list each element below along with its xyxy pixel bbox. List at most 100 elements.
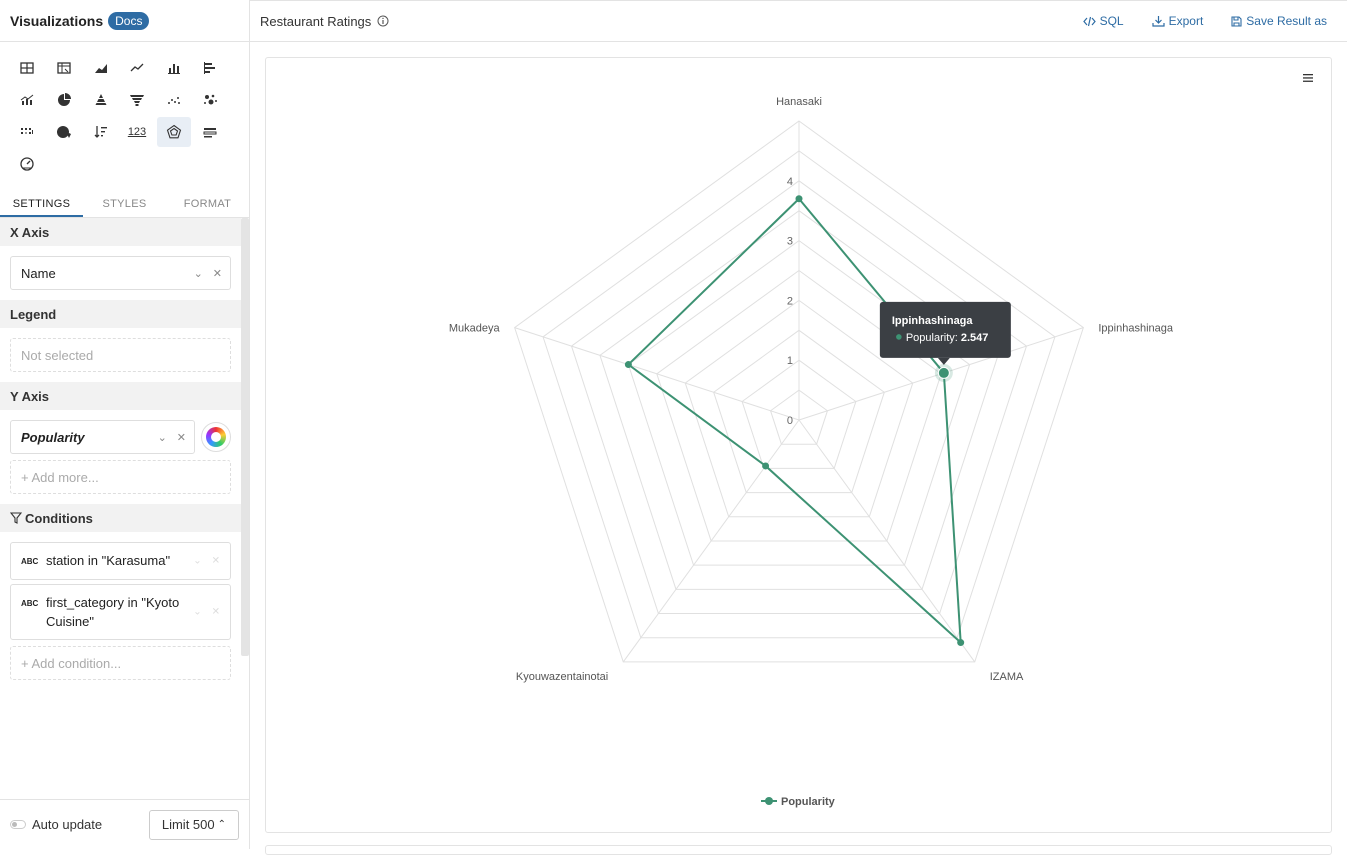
tooltip-value: 2.547 (961, 332, 989, 344)
download-icon (1151, 16, 1165, 27)
combo-chart-icon[interactable] (10, 85, 44, 115)
data-point (762, 462, 770, 470)
sidebar-scrollbar[interactable] (241, 218, 249, 656)
category-label: Ippinhashinaga (1098, 323, 1174, 335)
save-result-button[interactable]: Save Result as (1231, 14, 1327, 28)
docs-link[interactable]: Docs (108, 11, 150, 30)
radar-chart: 0 1 2 3 4 Hanasaki Ippinhashinaga IZAMA Kyouwaze… (449, 96, 1174, 808)
radial-tick-label: 4 (787, 176, 793, 188)
scatter-chart-icon[interactable] (157, 85, 191, 115)
x-axis-value: Name (21, 265, 56, 281)
auto-update-label: Auto update (32, 817, 103, 832)
sidebar: Visualizations Docs 123 SETTINGS STYLES … (0, 0, 250, 849)
area-chart-icon[interactable] (84, 53, 118, 83)
number-icon[interactable]: 123 (120, 117, 154, 147)
radial-tick-label: 2 (787, 295, 793, 307)
tooltip-marker (896, 334, 902, 340)
table-icon[interactable] (10, 53, 44, 83)
condition-item[interactable]: ABC first_category in "Kyoto Cuisine" ⌄ ✕ (10, 584, 231, 641)
category-label: Kyouwazentainotai (516, 671, 608, 683)
tooltip-title: Ippinhashinaga (892, 315, 974, 327)
y-axis-value: Popularity (21, 429, 85, 445)
save-icon (1231, 15, 1242, 27)
data-point (795, 195, 803, 203)
sidebar-header: Visualizations Docs (0, 0, 249, 42)
condition-item[interactable]: ABC station in "Karasuma" ⌄ ✕ (10, 542, 231, 581)
number-icon-label: 123 (127, 126, 147, 138)
string-type-icon: ABC (21, 557, 39, 567)
clear-icon[interactable]: ✕ (212, 603, 220, 622)
header-actions: SQL Export Save Result as (1082, 14, 1347, 28)
sql-button[interactable]: SQL (1082, 14, 1124, 28)
bubble-chart-icon[interactable] (193, 85, 227, 115)
progress-icon[interactable] (193, 117, 227, 147)
filter-icon (10, 512, 22, 524)
add-condition-button[interactable]: + Add condition... (10, 646, 231, 681)
limit-button[interactable]: Limit 500 ⌃ (148, 809, 239, 840)
chevron-down-icon[interactable]: ⌄ (194, 267, 203, 280)
info-icon[interactable] (377, 15, 389, 27)
add-more-label: + Add more... (21, 469, 99, 485)
radial-tick-label: 1 (787, 355, 793, 367)
y-axis-select[interactable]: Popularity ⌄ ✕ (10, 420, 195, 454)
tab-settings[interactable]: SETTINGS (0, 194, 83, 217)
chevron-up-icon: ⌃ (217, 819, 226, 830)
pivot-table-icon[interactable] (47, 53, 81, 83)
condition-text: station in "Karasuma" (45, 553, 171, 568)
radial-tick-label: 3 (787, 236, 793, 248)
map-icon[interactable] (47, 117, 81, 147)
condition-text: first_category in "Kyoto Cuisine" (45, 595, 180, 630)
pyramid-chart-icon[interactable] (84, 85, 118, 115)
add-y-axis-button[interactable]: + Add more... (10, 460, 231, 494)
results-card (265, 845, 1332, 855)
x-axis-select[interactable]: Name ⌄ ✕ (10, 256, 231, 290)
category-label: IZAMA (990, 671, 1024, 683)
sidebar-title: Visualizations (10, 12, 104, 29)
radar-spoke (514, 327, 800, 421)
save-result-label: Save Result as (1246, 14, 1327, 28)
code-icon (1082, 16, 1096, 26)
auto-update-toggle[interactable] (10, 820, 26, 829)
chart-card: 0 1 2 3 4 Hanasaki Ippinhashinaga IZAMA Kyouwaze… (265, 57, 1332, 833)
category-label: Hanasaki (776, 96, 822, 108)
radial-tick-label: 0 (787, 415, 793, 427)
pie-chart-icon[interactable] (47, 85, 81, 115)
tab-styles[interactable]: STYLES (83, 194, 166, 217)
clear-icon[interactable]: ✕ (213, 267, 222, 280)
sort-icon[interactable] (84, 117, 118, 147)
clear-icon[interactable]: ✕ (212, 552, 220, 571)
export-label: Export (1168, 14, 1204, 28)
color-picker-icon[interactable] (201, 422, 231, 452)
tooltip: Ippinhashinaga Popularity: 2.547 (879, 301, 1011, 365)
heatmap-icon[interactable] (10, 117, 44, 147)
radar-chart-icon[interactable] (157, 117, 191, 147)
gauge-icon[interactable] (10, 149, 44, 179)
main-header: Restaurant Ratings SQL Export Save Resul… (250, 0, 1347, 42)
page-title: Restaurant Ratings (260, 13, 372, 29)
tooltip-series-label: Popularity: 2.547 (906, 332, 989, 344)
clear-icon[interactable]: ✕ (177, 431, 186, 444)
sidebar-footer: Auto update Limit 500 ⌃ (0, 799, 249, 849)
chevron-down-icon[interactable]: ⌄ (193, 552, 201, 571)
horizontal-bar-chart-icon[interactable] (193, 53, 227, 83)
data-point (624, 361, 632, 369)
settings-panel: X Axis Name ⌄ ✕ Legend Not selected Y Ax… (0, 218, 241, 798)
conditions-heading: Conditions (0, 504, 241, 532)
main-panel: Restaurant Ratings SQL Export Save Resul… (250, 0, 1347, 855)
bar-chart-icon[interactable] (157, 53, 191, 83)
legend-marker (765, 797, 773, 805)
legend-placeholder: Not selected (21, 347, 94, 363)
export-button[interactable]: Export (1151, 14, 1204, 28)
tab-format[interactable]: FORMAT (166, 194, 249, 217)
chevron-down-icon[interactable]: ⌄ (158, 431, 167, 444)
add-condition-label: + Add condition... (21, 655, 122, 671)
limit-label: Limit 500 (161, 817, 215, 832)
tooltip-box (879, 301, 1011, 358)
data-point (937, 366, 950, 379)
y-axis-heading: Y Axis (0, 382, 241, 410)
category-label: Mukadeya (449, 323, 501, 335)
funnel-chart-icon[interactable] (120, 85, 154, 115)
chevron-down-icon[interactable]: ⌄ (193, 603, 201, 622)
line-chart-icon[interactable] (120, 53, 154, 83)
legend-select[interactable]: Not selected (10, 338, 231, 372)
